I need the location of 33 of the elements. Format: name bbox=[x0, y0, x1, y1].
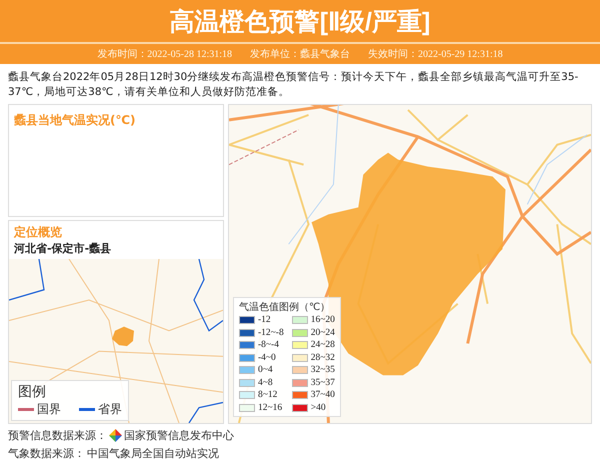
legend-label: 35~37 bbox=[310, 378, 335, 388]
warning-description: 蠡县气象台2022年05月28日12时30分继续发布高温橙色预警信号：预计今天下午，蠡县全部乡镇最高气温可升至35-37℃，局地可达38℃，请有关单位和人员做好防范准备。 bbox=[8, 70, 580, 100]
panel-title: 蠡县当地气温实况(℃) bbox=[14, 113, 136, 127]
source-text: 中国气象局全国自动站实况 bbox=[87, 446, 219, 461]
legend-label: 37~40 bbox=[310, 390, 335, 400]
legend-label: 24~28 bbox=[310, 340, 335, 350]
legend-label: 28~32 bbox=[310, 352, 335, 363]
legend-label: 16~20 bbox=[310, 315, 335, 326]
source-label: 预警信息数据来源： bbox=[8, 428, 107, 443]
location-text: 河北省-保定市-蠡县 bbox=[14, 241, 112, 256]
legend-label: 0~4 bbox=[258, 365, 273, 376]
meta-text: 失效时间：2022-05-29 12:31:18 bbox=[368, 48, 503, 61]
panel-title: 定位概览 bbox=[14, 224, 63, 241]
legend-label: 省界 bbox=[98, 401, 122, 418]
legend-label: -12 bbox=[258, 315, 271, 326]
legend-title: 图例 bbox=[18, 383, 47, 401]
meta-text: 发布单位：蠡县气象台 bbox=[250, 48, 350, 61]
legend-label: -4~0 bbox=[258, 352, 276, 363]
meta-text: 发布时间：2022-05-28 12:31:18 bbox=[97, 48, 232, 61]
legend-label: 国界 bbox=[37, 401, 61, 418]
diamond-logo-icon bbox=[109, 429, 122, 442]
legend-label: 4~8 bbox=[258, 378, 273, 388]
legend-label: 12~16 bbox=[258, 402, 282, 413]
legend-title: 气温色值图例（℃） bbox=[239, 301, 332, 314]
source-text: 国家预警信息发布中心 bbox=[124, 428, 234, 443]
legend-label: 8~12 bbox=[258, 390, 278, 400]
source-label: 气象数据来源： bbox=[8, 446, 85, 461]
legend-label: 20~24 bbox=[310, 328, 335, 338]
legend-label: -12~-8 bbox=[258, 328, 284, 338]
legend-label: 32~35 bbox=[310, 365, 335, 376]
warning-title: 高温橙色预警[Ⅱ级/严重] bbox=[170, 6, 430, 38]
legend-label: -8~-4 bbox=[258, 340, 279, 350]
legend-label: >40 bbox=[310, 402, 326, 413]
